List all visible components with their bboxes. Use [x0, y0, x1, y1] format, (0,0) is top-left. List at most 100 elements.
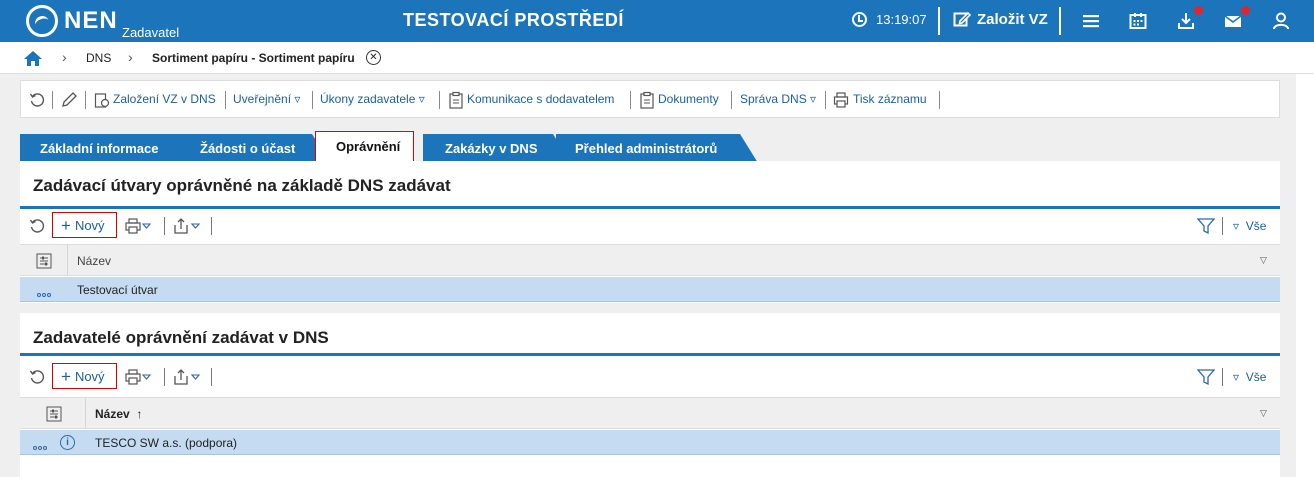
table-header: Název ↑ ▽ — [20, 397, 1280, 429]
table-row[interactable]: Testovací útvar — [20, 277, 1280, 302]
section-zadavaci-utvary: Zadávací útvary oprávněné na základě DNS… — [20, 161, 1280, 303]
refresh-icon[interactable] — [29, 217, 45, 235]
tab-zakladni-informace[interactable]: Základní informace — [20, 134, 198, 163]
document-icon — [449, 91, 463, 109]
column-menu-icon[interactable]: ▽ — [1260, 255, 1267, 266]
action-tisk[interactable]: Tisk záznamu — [853, 92, 927, 106]
toolbar-divider — [939, 91, 940, 109]
view-all-label: Vše — [1245, 370, 1267, 384]
toolbar-divider — [164, 217, 165, 235]
create-vz-label: Založit VZ — [977, 10, 1048, 28]
toolbar-divider — [439, 91, 440, 109]
section-title-rule — [20, 353, 1280, 356]
action-ukony[interactable]: Úkony zadavatele ▿ — [320, 92, 425, 106]
download-icon — [1178, 13, 1194, 29]
home-icon[interactable] — [23, 49, 43, 67]
table-header: Název ▽ — [20, 244, 1280, 276]
user-icon[interactable] — [1270, 11, 1292, 31]
toolbar-divider — [630, 91, 631, 109]
tab-zakazky-v-dns[interactable]: Zakázky v DNS — [423, 134, 571, 163]
toolbar-divider — [211, 368, 212, 386]
environment-title: TESTOVACÍ PROSTŘEDÍ — [403, 10, 624, 30]
dropdown-arrow-icon: ▿ — [1233, 219, 1240, 233]
print-dropdown-icon[interactable] — [125, 218, 151, 234]
view-all-label: Vše — [1245, 219, 1267, 233]
action-uverejneni-label: Uveřejnění — [233, 92, 292, 106]
session-clock: 13:19:07 — [852, 12, 927, 27]
edit-icon — [953, 11, 971, 27]
menu-icon[interactable] — [1080, 11, 1102, 31]
toolbar-divider — [825, 91, 826, 109]
filter-icon[interactable] — [1197, 217, 1215, 235]
plus-icon: + — [61, 216, 71, 235]
download-button[interactable] — [1175, 6, 1203, 31]
filter-icon[interactable] — [1197, 368, 1215, 386]
clipboard-icon — [640, 91, 654, 109]
column-header-label: Název — [95, 407, 130, 421]
info-icon[interactable]: i — [60, 435, 75, 450]
action-sprava-dns[interactable]: Správa DNS ▿ — [740, 92, 816, 106]
action-sprava-label: Správa DNS — [740, 92, 807, 106]
clock-time: 13:19:07 — [876, 12, 927, 27]
print-dropdown-icon[interactable] — [125, 369, 151, 385]
dropdown-arrow-icon: ▿ — [1233, 370, 1240, 384]
logo-subtitle: Zadavatel — [122, 25, 180, 40]
new-button-label: Nový — [74, 369, 105, 384]
toolbar-divider — [312, 91, 313, 109]
logo-text: NEN — [64, 7, 118, 34]
tender-settings-icon — [94, 93, 110, 108]
top-header: NEN Zadavatel TESTOVACÍ PROSTŘEDÍ 13:19:… — [0, 0, 1314, 42]
new-button[interactable]: + Nový — [52, 212, 117, 238]
view-all-dropdown[interactable]: ▿ Vše — [1233, 219, 1266, 233]
chevron-right-icon: › — [128, 49, 133, 65]
breadcrumb-current: Sortiment papíru - Sortiment papíru — [152, 51, 355, 65]
table-row[interactable]: i TESCO SW a.s. (podpora) — [20, 430, 1280, 455]
action-uverejneni[interactable]: Uveřejnění ▿ — [233, 92, 300, 106]
action-dokumenty[interactable]: Dokumenty — [658, 92, 719, 106]
view-all-dropdown[interactable]: ▿ Vše — [1233, 370, 1266, 384]
refresh-icon[interactable] — [29, 368, 45, 386]
notification-dot — [1194, 6, 1203, 15]
toolbar-divider — [1222, 217, 1223, 235]
toolbar-divider — [225, 91, 226, 109]
toolbar-divider — [85, 91, 86, 109]
tab-prehled-administratoru[interactable]: Přehled administrátorů — [556, 134, 758, 163]
notification-dot — [1241, 6, 1250, 15]
export-dropdown-icon[interactable] — [173, 217, 201, 235]
action-toolbar: Založení VZ v DNS Uveřejnění ▿ Úkony zad… — [20, 80, 1280, 118]
header-divider — [1059, 7, 1061, 35]
refresh-icon[interactable] — [29, 91, 45, 109]
pencil-icon[interactable] — [61, 91, 77, 109]
mail-icon — [1224, 15, 1242, 27]
action-komunikace[interactable]: Komunikace s dodavatelem — [467, 92, 614, 106]
mail-button[interactable] — [1222, 6, 1250, 31]
section-title: Zadávací útvary oprávněné na základě DNS… — [33, 176, 451, 195]
column-header-nazev[interactable]: Název — [77, 254, 111, 268]
action-zalozeni-vz[interactable]: Založení VZ v DNS — [113, 92, 216, 106]
calendar-icon[interactable] — [1127, 11, 1149, 31]
page-right-gutter — [1296, 74, 1314, 477]
dropdown-arrow-icon: ▿ — [418, 92, 425, 106]
nen-logo-icon — [26, 5, 58, 37]
row-menu-icon[interactable] — [33, 439, 49, 450]
row-menu-icon[interactable] — [37, 286, 53, 297]
header-divider — [938, 7, 940, 35]
close-icon[interactable]: ✕ — [366, 50, 381, 65]
toolbar-divider — [1222, 368, 1223, 386]
section-zadavatele: Zadavatelé oprávnění zadávat v DNS + Nový… — [20, 313, 1280, 477]
toolbar-divider — [52, 91, 53, 109]
grid-toolbar: + Nový ▿ Vše — [20, 360, 1280, 394]
nen-logo[interactable]: NEN — [26, 5, 118, 37]
tab-opravneni[interactable]: Oprávnění — [315, 131, 414, 162]
tab-zadosti-o-ucast[interactable]: Žádosti o účast — [180, 134, 330, 163]
new-button[interactable]: + Nový — [52, 363, 117, 389]
create-vz-button[interactable]: Založit VZ — [953, 10, 1048, 28]
breadcrumb-dns[interactable]: DNS — [86, 51, 111, 65]
column-settings-button[interactable] — [20, 398, 86, 429]
export-dropdown-icon[interactable] — [173, 368, 201, 386]
column-menu-icon[interactable]: ▽ — [1260, 408, 1267, 419]
action-ukony-label: Úkony zadavatele — [320, 92, 416, 106]
breadcrumb: › DNS › Sortiment papíru - Sortiment pap… — [0, 42, 1314, 74]
column-settings-button[interactable] — [20, 245, 68, 276]
column-header-nazev[interactable]: Název ↑ — [95, 407, 142, 421]
